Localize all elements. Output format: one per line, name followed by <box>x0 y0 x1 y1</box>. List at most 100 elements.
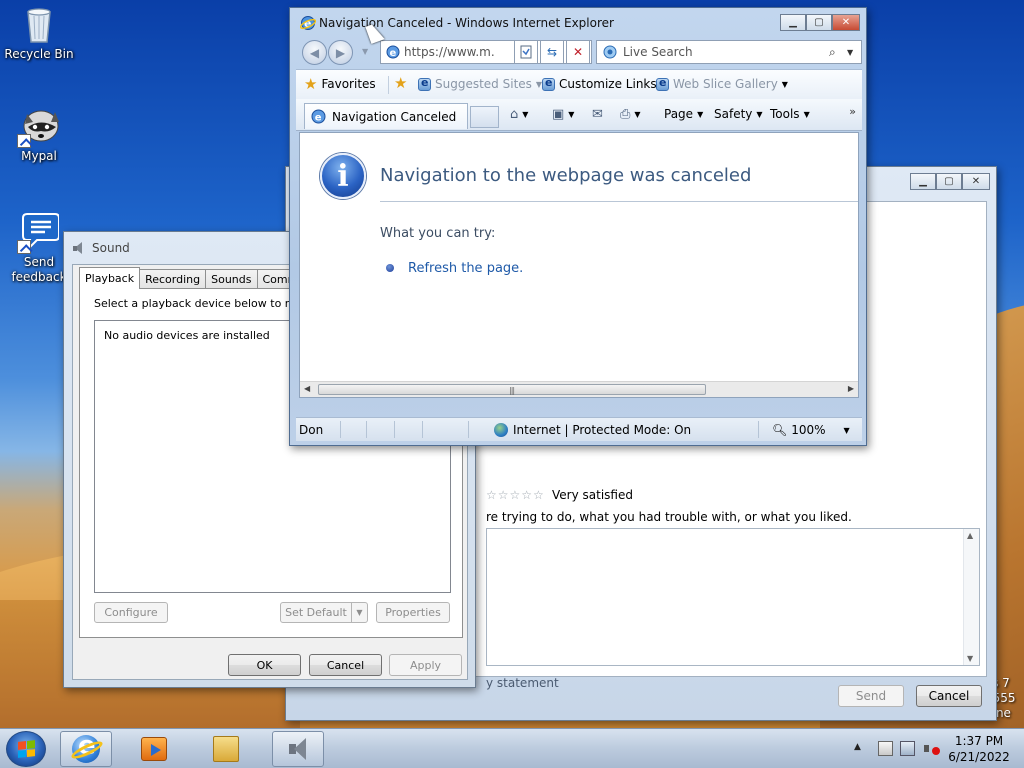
forward-arrow-icon[interactable]: ▶ <box>328 40 353 65</box>
zoom-level: 100% <box>791 423 826 437</box>
cancel-button[interactable]: Cancel <box>309 654 382 676</box>
customize-links-link[interactable]: Customize Links <box>542 76 657 91</box>
windows-logo-icon <box>18 740 35 758</box>
status-divider <box>758 421 759 438</box>
favorites-star-icon: ★ <box>304 75 318 93</box>
taskbar-internet-explorer[interactable] <box>60 731 112 767</box>
minimize-button[interactable]: ▁ <box>910 173 936 190</box>
chevron-down-icon: ▼ <box>843 425 850 435</box>
info-icon: i <box>320 153 366 199</box>
new-tab-button[interactable] <box>470 106 499 128</box>
search-input[interactable]: Live Search <box>623 45 829 59</box>
web-slice-gallery-label: Web Slice Gallery <box>673 77 778 91</box>
feedback-scrollbar[interactable]: ▲ ▼ <box>963 529 979 665</box>
svg-text:e: e <box>315 113 322 124</box>
close-button[interactable]: ✕ <box>832 14 860 31</box>
add-to-favorites-bar-button[interactable]: ★ <box>394 74 408 92</box>
zoom-control[interactable]: 🔍︎ 100% ▼ <box>772 423 850 437</box>
taskbar: ▲ 1:37 PM 6/21/2022 <box>0 728 1024 768</box>
compatibility-view-icon[interactable] <box>514 40 538 64</box>
rating-stars[interactable]: ☆☆☆☆☆ <box>486 488 545 502</box>
chevron-down-icon: ▼ <box>634 110 641 119</box>
tab-navigation-canceled[interactable]: e Navigation Canceled <box>304 103 468 129</box>
clock[interactable]: 1:37 PM 6/21/2022 <box>946 733 1012 765</box>
live-search-logo-icon <box>603 45 617 59</box>
tools-menu[interactable]: Tools ▼ <box>770 107 810 121</box>
scroll-left-icon[interactable]: ◀ <box>304 384 310 393</box>
web-slice-gallery-link[interactable]: Web Slice Gallery ▼ <box>656 76 788 91</box>
taskbar-sound[interactable] <box>272 731 324 767</box>
network-icon[interactable] <box>900 741 915 756</box>
suggested-sites-link[interactable]: Suggested Sites ▼ <box>418 76 542 91</box>
chevron-down-icon: ▼ <box>568 110 575 119</box>
desktop-icon-mypal[interactable]: Mypal <box>1 106 77 164</box>
back-arrow-icon[interactable]: ◀ <box>302 40 327 65</box>
recent-pages-chevron-icon[interactable]: ▼ <box>362 47 368 56</box>
feeds-button[interactable]: ▣ ▼ <box>552 107 574 122</box>
tab-recording[interactable]: Recording <box>139 269 207 289</box>
tab-playback[interactable]: Playback <box>79 267 141 289</box>
configure-button[interactable]: Configure <box>94 602 168 623</box>
show-hidden-icons-icon[interactable]: ▲ <box>854 742 861 752</box>
favorites-button[interactable]: ★ Favorites <box>304 75 376 93</box>
taskbar-windows-explorer[interactable] <box>200 731 252 767</box>
refresh-page-link[interactable]: Refresh the page. <box>408 261 523 276</box>
playback-instruction: Select a playback device below to mod <box>94 297 310 310</box>
search-icon[interactable]: ⌕ <box>829 45 847 60</box>
home-button[interactable]: ⌂ ▼ <box>510 107 528 122</box>
feedback-textarea[interactable]: ▲ ▼ <box>486 528 980 666</box>
status-divider <box>422 421 423 438</box>
zoom-magnifier-icon: 🔍︎ <box>772 423 788 437</box>
grip-icon: ||| <box>509 386 515 395</box>
media-player-icon <box>141 737 167 761</box>
set-default-button[interactable]: Set Default ▼ <box>280 602 368 623</box>
maximize-button[interactable]: ▢ <box>806 14 832 31</box>
desktop-icon-recycle-bin[interactable]: Recycle Bin <box>1 4 77 62</box>
print-button[interactable]: ⎙ ▼ <box>620 107 641 122</box>
properties-button[interactable]: Properties <box>376 602 450 623</box>
page-heading: Navigation to the webpage was canceled <box>380 165 752 186</box>
safety-menu[interactable]: Safety ▼ <box>714 107 763 121</box>
ie-page-icon <box>656 76 669 91</box>
live-search-box[interactable]: Live Search ⌕ ▼ <box>596 40 862 64</box>
feedback-cancel-button[interactable]: Cancel <box>916 685 982 707</box>
favorites-bar: ★ Favorites ★ Suggested Sites ▼ Customiz… <box>296 69 862 99</box>
ie-logo-icon: e <box>299 15 317 31</box>
maximize-button[interactable]: ▢ <box>936 173 962 190</box>
ok-button[interactable]: OK <box>228 654 301 676</box>
suggested-sites-label: Suggested Sites <box>435 77 532 91</box>
sound-tab-strip: Playback Recording Sounds Communi <box>79 267 322 289</box>
more-commands-chevron-icon[interactable]: » <box>849 105 856 118</box>
feedback-bubble-icon <box>17 212 60 254</box>
action-center-icon[interactable] <box>878 741 893 756</box>
stop-icon[interactable]: ✕ <box>566 40 590 64</box>
volume-muted-icon[interactable] <box>924 741 940 756</box>
page-icon: e <box>386 45 400 59</box>
search-dropdown-icon[interactable]: ▼ <box>847 48 861 57</box>
page-menu[interactable]: Page ▼ <box>664 107 703 121</box>
tab-sounds[interactable]: Sounds <box>205 269 258 289</box>
scroll-right-icon[interactable]: ▶ <box>848 384 854 393</box>
tab-label: Navigation Canceled <box>332 109 457 124</box>
scrollbar-thumb[interactable]: ||| <box>318 384 706 395</box>
scroll-down-icon[interactable]: ▼ <box>967 654 973 663</box>
ie-page-icon <box>418 76 431 91</box>
security-zone[interactable]: Internet | Protected Mode: On <box>494 423 691 437</box>
refresh-icon[interactable]: ⇆ <box>540 40 564 64</box>
apply-button[interactable]: Apply <box>389 654 462 676</box>
start-button[interactable] <box>6 731 46 767</box>
clock-time: 1:37 PM <box>954 734 1004 748</box>
scroll-up-icon[interactable]: ▲ <box>967 531 973 540</box>
status-divider <box>394 421 395 438</box>
page-menu-label: Page <box>664 107 694 121</box>
minimize-button[interactable]: ▁ <box>780 14 806 31</box>
chevron-down-icon: ▼ <box>697 109 704 119</box>
horizontal-scrollbar[interactable]: ◀ ||| ▶ <box>300 381 858 397</box>
send-button[interactable]: Send <box>838 685 904 707</box>
add-favorite-star-icon: ★ <box>394 74 408 92</box>
read-mail-button[interactable]: ✉ <box>592 107 603 122</box>
privacy-statement-link[interactable]: y statement <box>486 676 559 690</box>
close-button[interactable]: ✕ <box>962 173 990 190</box>
chevron-down-icon[interactable]: ▼ <box>351 603 367 622</box>
taskbar-media-player[interactable] <box>128 731 180 767</box>
